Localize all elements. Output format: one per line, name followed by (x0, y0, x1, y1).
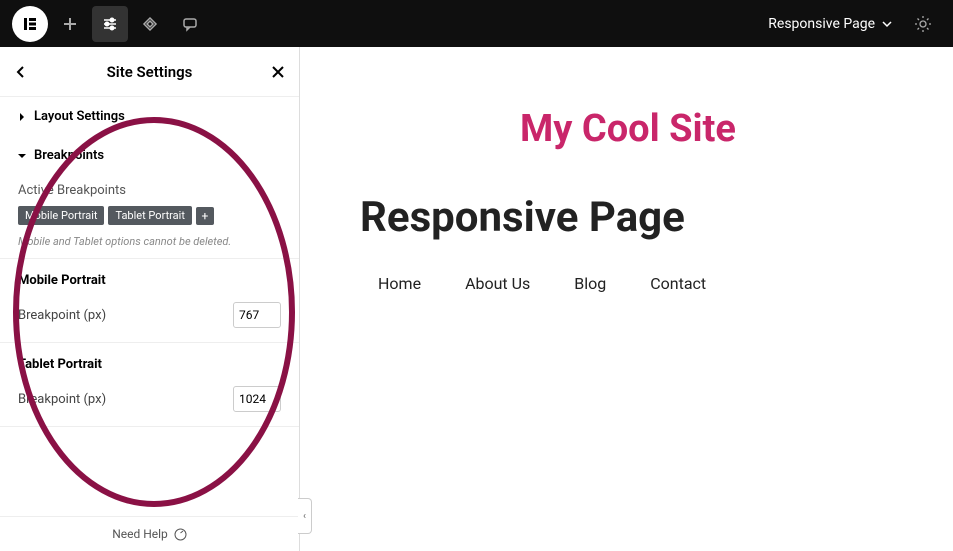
panel-title: Site Settings (107, 63, 193, 81)
layout-settings-accordion[interactable]: Layout Settings (0, 97, 299, 136)
breakpoint-tags: Mobile Portrait Tablet Portrait + (0, 202, 299, 231)
add-breakpoint-button[interactable]: + (196, 207, 214, 225)
panel-body: Layout Settings Breakpoints Active Break… (0, 97, 299, 516)
nav-link-home[interactable]: Home (378, 274, 421, 293)
breakpoint-tag[interactable]: Tablet Portrait (108, 206, 191, 225)
panel-collapse-handle[interactable]: ‹ (298, 498, 312, 534)
nav-link-contact[interactable]: Contact (650, 274, 706, 293)
panel-header: Site Settings (0, 47, 299, 97)
mobile-breakpoint-input[interactable] (233, 302, 281, 328)
tablet-breakpoint-field: Breakpoint (px) (0, 378, 299, 427)
site-brand: My Cool Site (520, 107, 893, 151)
preview-settings-button[interactable] (905, 6, 941, 42)
add-element-button[interactable] (52, 6, 88, 42)
top-bar-left (12, 6, 208, 42)
tablet-breakpoint-label: Breakpoint (px) (18, 392, 106, 407)
top-bar-right: Responsive Page (768, 6, 941, 42)
breakpoints-note: Mobile and Tablet options cannot be dele… (0, 231, 299, 259)
notes-button[interactable] (172, 6, 208, 42)
elementor-logo[interactable] (12, 6, 48, 42)
help-icon (174, 528, 187, 541)
page-switcher[interactable]: Responsive Page (768, 16, 893, 32)
site-settings-button[interactable] (92, 6, 128, 42)
nav-link-about[interactable]: About Us (465, 274, 530, 293)
nav-link-blog[interactable]: Blog (574, 274, 606, 293)
mobile-breakpoint-field: Breakpoint (px) (0, 294, 299, 343)
need-help-label: Need Help (112, 527, 168, 541)
structure-button[interactable] (132, 6, 168, 42)
panel-footer[interactable]: Need Help (0, 516, 299, 551)
caret-down-icon (18, 152, 26, 160)
mobile-portrait-title: Mobile Portrait (0, 259, 299, 294)
close-button[interactable] (271, 65, 285, 79)
tablet-breakpoint-input[interactable] (233, 386, 281, 412)
breakpoints-accordion[interactable]: Breakpoints (0, 136, 299, 175)
mobile-breakpoint-label: Breakpoint (px) (18, 308, 106, 323)
page-switcher-label: Responsive Page (768, 16, 875, 32)
caret-right-icon (18, 113, 26, 121)
settings-panel: Site Settings Layout Settings Breakpoint… (0, 47, 300, 551)
main-nav: Home About Us Blog Contact (378, 274, 893, 293)
top-bar: Responsive Page (0, 0, 953, 47)
tablet-portrait-title: Tablet Portrait (0, 343, 299, 378)
preview-canvas: My Cool Site Responsive Page Home About … (300, 47, 953, 551)
layout-settings-label: Layout Settings (34, 109, 125, 124)
breakpoint-tag[interactable]: Mobile Portrait (18, 206, 104, 225)
workspace: Site Settings Layout Settings Breakpoint… (0, 47, 953, 551)
chevron-down-icon (881, 18, 893, 30)
back-button[interactable] (14, 65, 28, 79)
page-heading: Responsive Page (360, 193, 893, 242)
breakpoints-label: Breakpoints (34, 148, 104, 163)
active-breakpoints-label: Active Breakpoints (0, 175, 299, 202)
